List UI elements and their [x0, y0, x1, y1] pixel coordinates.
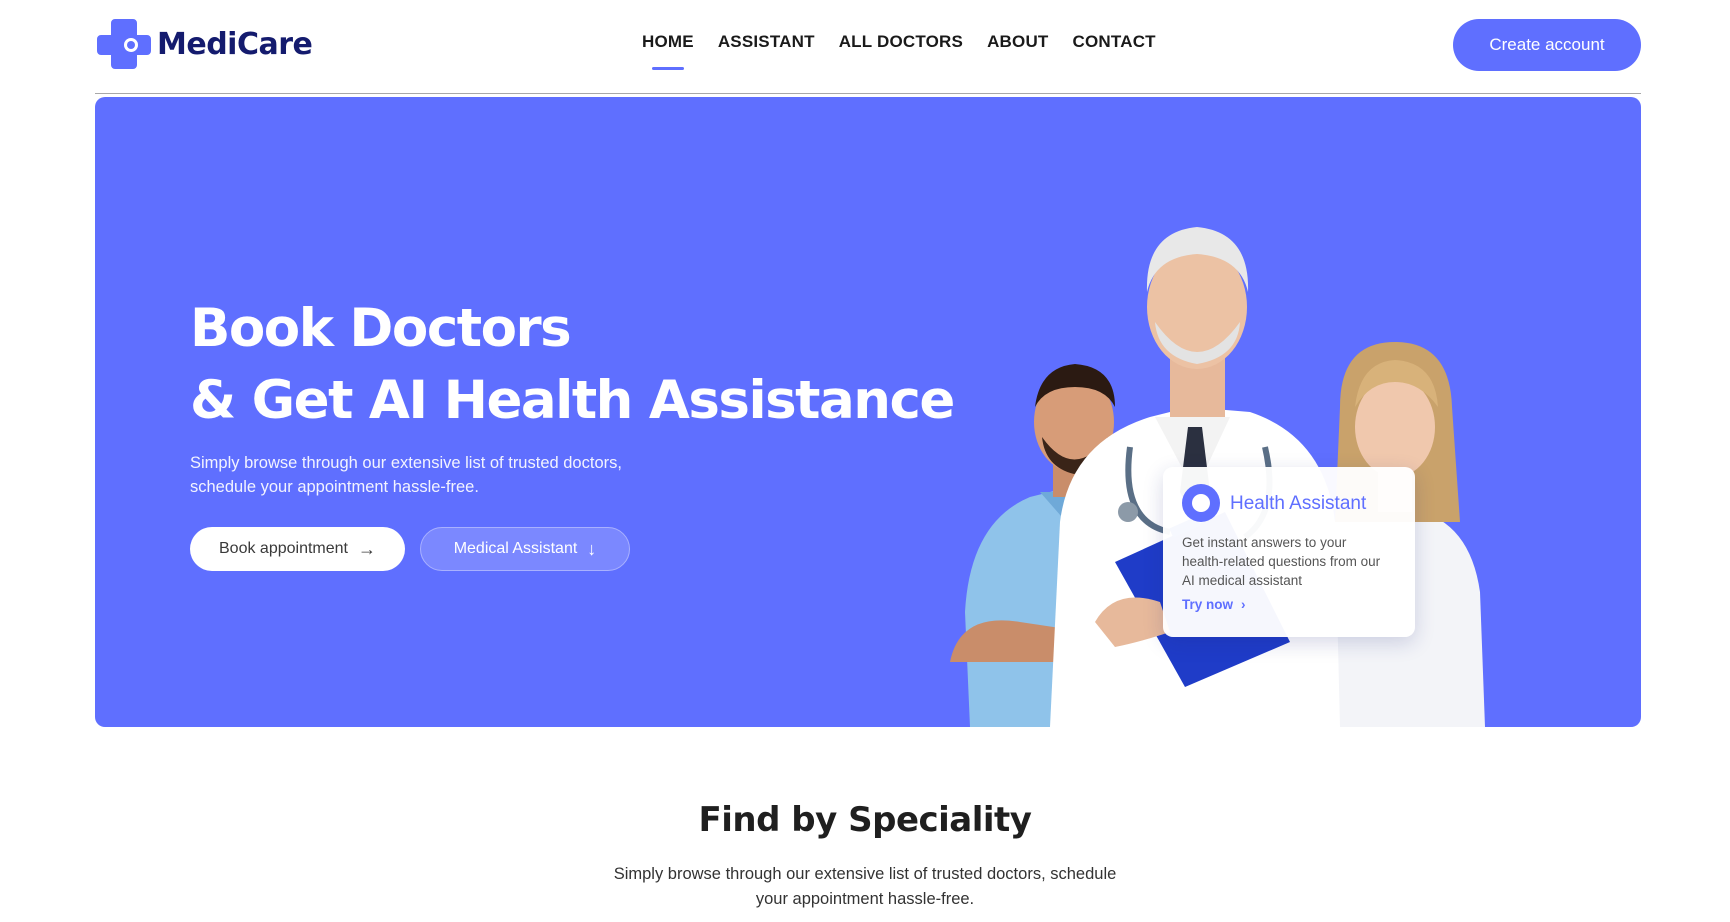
hero-subtitle-line-1: Simply browse through our extensive list… — [190, 454, 622, 472]
main-nav: HOME ASSISTANT ALL DOCTORS ABOUT CONTACT — [642, 32, 1156, 70]
nav-item-label: HOME — [642, 32, 694, 51]
try-now-label: Try now — [1182, 597, 1234, 612]
nav-item-label: CONTACT — [1072, 32, 1156, 51]
speciality-subtitle-line-1: Simply browse through our extensive list… — [613, 865, 1117, 883]
health-assistant-card: Health Assistant Get instant answers to … — [1163, 467, 1415, 637]
nav-item-label: ABOUT — [987, 32, 1049, 51]
health-assistant-desc-line-2: health-related questions from our — [1182, 554, 1381, 569]
assistant-icon — [1182, 484, 1220, 522]
medical-assistant-button[interactable]: Medical Assistant ↓ — [420, 527, 630, 571]
nav-item-contact[interactable]: CONTACT — [1073, 32, 1156, 52]
logo[interactable]: MediCare — [95, 15, 313, 73]
health-assistant-title: Health Assistant — [1230, 493, 1367, 514]
create-account-button[interactable]: Create account — [1453, 19, 1641, 71]
hero-banner: Book Doctors & Get AI Health Assistance … — [95, 97, 1641, 727]
book-appointment-button[interactable]: Book appointment → — [190, 527, 405, 571]
nav-item-home[interactable]: HOME — [642, 32, 694, 70]
speciality-title: Find by Speciality — [698, 800, 1032, 840]
speciality-subtitle: Simply browse through our extensive list… — [0, 862, 1730, 912]
hero-subtitle: Simply browse through our extensive list… — [190, 451, 660, 499]
active-indicator — [652, 67, 684, 70]
try-now-link[interactable]: Try now › — [1182, 597, 1246, 612]
doctors-photo — [950, 227, 1485, 727]
arrow-down-icon: ↓ — [587, 539, 597, 559]
nav-item-all-doctors[interactable]: ALL DOCTORS — [839, 32, 963, 52]
navbar: MediCare HOME ASSISTANT ALL DOCTORS ABOU… — [95, 0, 1641, 94]
health-assistant-desc-line-3: AI medical assistant — [1182, 573, 1303, 588]
hero-title: Book Doctors & Get AI Health Assistance — [190, 293, 955, 437]
nav-item-assistant[interactable]: ASSISTANT — [718, 32, 815, 52]
hero-title-line-1: Book Doctors — [190, 298, 572, 359]
medical-assistant-label: Medical Assistant — [453, 540, 578, 557]
brand-name: MediCare — [157, 26, 313, 62]
nav-item-label: ALL DOCTORS — [838, 32, 964, 51]
book-appointment-label: Book appointment — [219, 540, 348, 557]
nav-item-about[interactable]: ABOUT — [987, 32, 1048, 52]
speciality-subtitle-line-2: your appointment hassle-free. — [755, 890, 975, 908]
medical-cross-icon — [97, 19, 151, 69]
health-assistant-desc-line-1: Get instant answers to your — [1182, 535, 1347, 550]
hero-title-line-2: & Get AI Health Assistance — [190, 370, 955, 431]
hero-subtitle-line-2: schedule your appointment hassle-free. — [190, 478, 479, 496]
chevron-right-icon: › — [1241, 597, 1246, 612]
nav-item-label: ASSISTANT — [717, 32, 815, 51]
health-assistant-description: Get instant answers to your health-relat… — [1182, 533, 1402, 590]
arrow-right-icon: → — [357, 539, 376, 559]
